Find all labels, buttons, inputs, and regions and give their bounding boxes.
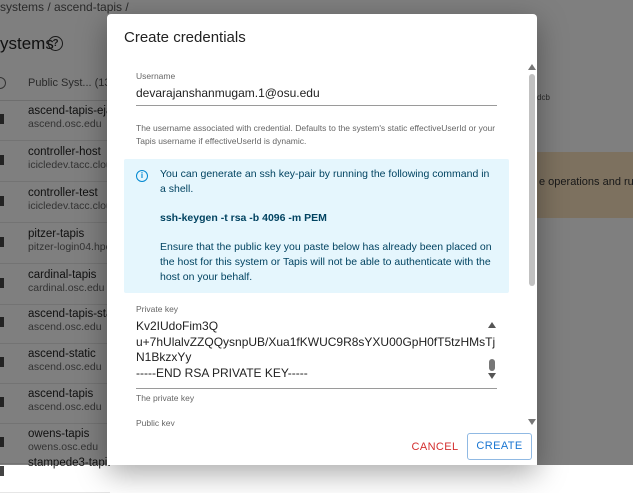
private-key-underline [136,388,497,389]
ssh-keygen-command: ssh-keygen -t rsa -b 4096 -m PEM [160,212,327,224]
username-underline [136,105,497,106]
username-label: Username [136,71,176,81]
dialog-title: Create credentials [124,29,246,46]
scroll-up-icon[interactable] [488,322,496,328]
private-key-line: N1BkzxYy [136,350,192,364]
drag-handle-icon [0,466,4,476]
info-note: Ensure that the public key you paste bel… [160,241,492,283]
info-icon: i [136,170,148,182]
create-button[interactable]: CREATE [467,433,532,460]
private-key-label: Private key [136,304,179,314]
scroll-down-icon[interactable] [488,373,496,379]
username-helper-text: The username associated with credential.… [136,123,496,146]
create-credentials-dialog: Create credentials Username devarajansha… [107,14,537,465]
private-key-line: Kv2IUdoFim3Q [136,319,219,333]
dialog-content: Username devarajanshanmugam.1@osu.edu Th… [107,62,527,426]
username-field[interactable]: devarajanshanmugam.1@osu.edu [136,86,320,100]
cancel-button[interactable]: CANCEL [405,434,465,460]
private-key-helper-text: The private key [136,393,195,403]
private-key-textarea[interactable]: Kv2IUdoFim3Q u+7hUlalvZZQQysnpUB/Xua1fKW… [136,319,495,381]
private-key-line: u+7hUlalvZZQQysnpUB/Xua1fKWUC9R8sYXU00Gp… [136,334,496,349]
scroll-thumb[interactable] [529,74,535,286]
info-text: You can generate an ssh key-pair by runn… [160,168,490,195]
scroll-up-icon[interactable] [528,64,536,70]
scroll-thumb[interactable] [489,359,495,371]
info-alert: i You can generate an ssh key-pair by ru… [124,159,509,293]
private-key-line: -----END RSA PRIVATE KEY----- [136,365,308,380]
scroll-down-icon[interactable] [528,419,536,425]
public-key-label: Public key [136,418,175,426]
private-key-scrollbar[interactable] [486,320,498,380]
dialog-scrollbar[interactable] [527,62,537,427]
